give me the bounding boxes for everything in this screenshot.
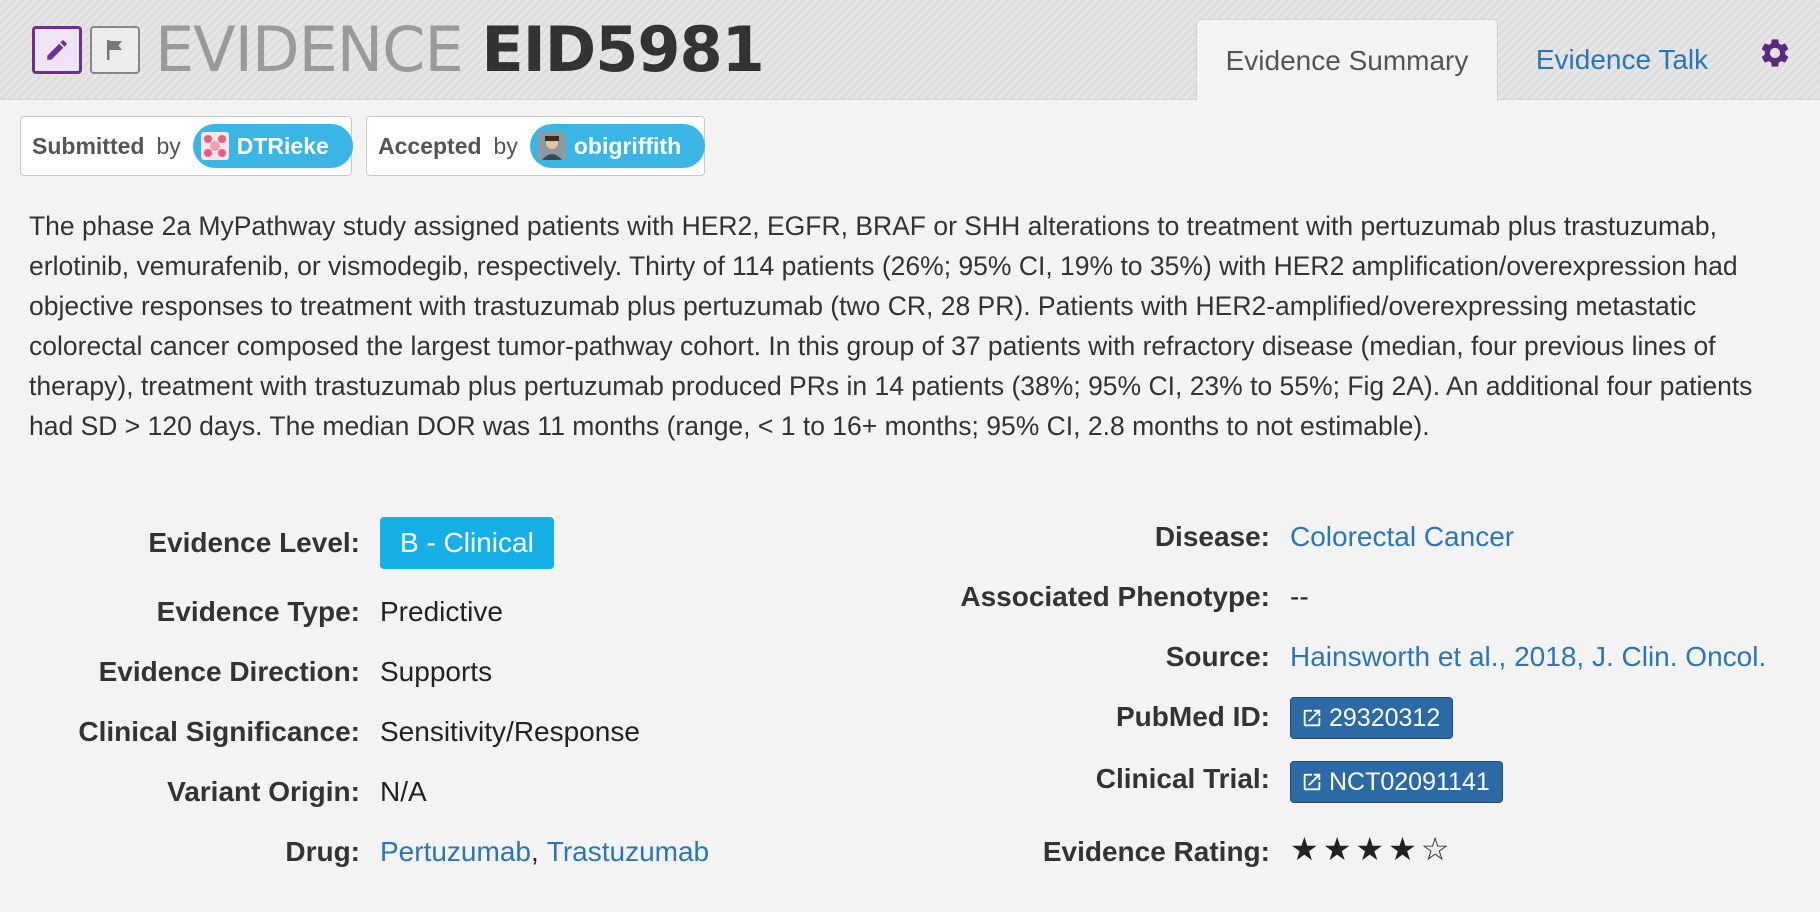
- clinical-significance-label: Clinical Significance:: [78, 716, 360, 747]
- evidence-direction-row: Evidence Direction:: [0, 647, 360, 697]
- variant-origin-row: Variant Origin:: [0, 767, 360, 817]
- variant-origin-value: N/A: [380, 776, 427, 807]
- evidence-type-value: Predictive: [380, 596, 503, 627]
- evidence-direction-label: Evidence Direction:: [98, 656, 360, 687]
- submitted-label: Submitted: [32, 132, 145, 159]
- evidence-direction-value: Supports: [380, 656, 493, 687]
- pubmed-id: 29320312: [1329, 703, 1441, 732]
- page-title: EVIDENCE EID5981: [155, 13, 765, 86]
- page-header: EVIDENCE EID5981 Evidence Summary Eviden…: [0, 0, 1820, 101]
- evidence-level-value-wrap: B - Clinical: [380, 517, 554, 569]
- accepted-label: Accepted: [378, 132, 482, 159]
- submitter-avatar-icon: [200, 132, 229, 160]
- clinical-trial-label: Clinical Trial:: [1095, 763, 1270, 794]
- clinical-trial-row: Clinical Trial:: [900, 754, 1270, 804]
- source-row: Source:: [900, 632, 1270, 682]
- phenotype-value: --: [1290, 581, 1309, 612]
- flag-icon: [107, 40, 122, 60]
- disease-label: Disease:: [1154, 521, 1270, 552]
- flag-button[interactable]: [90, 26, 140, 74]
- submitter-user-link[interactable]: DTRieke: [192, 124, 353, 168]
- drug-separator: ,: [530, 836, 539, 867]
- clinical-trial-link-button[interactable]: NCT02091141: [1290, 761, 1503, 803]
- star-icon-4: ★: [1388, 831, 1417, 867]
- evidence-rating-stars: ★ ★ ★ ★ ☆: [1290, 823, 1453, 875]
- clinical-trial-id: NCT02091141: [1329, 767, 1490, 796]
- clinical-trial-value-wrap: NCT02091141: [1290, 756, 1503, 808]
- drug-row: Drug:: [0, 827, 360, 877]
- pencil-icon: [47, 40, 67, 60]
- evidence-rating-row: Evidence Rating:: [900, 827, 1270, 877]
- avatar: [200, 132, 229, 160]
- accepter-avatar-icon: [537, 132, 566, 160]
- submitted-badge: Submitted by DTRieke: [20, 116, 353, 176]
- drug-link-pertuzumab[interactable]: Pertuzumab: [380, 836, 531, 868]
- evidence-id: EID5981: [481, 13, 764, 86]
- submitted-by-text: by: [156, 132, 181, 159]
- clinical-significance-row: Clinical Significance:: [0, 707, 360, 757]
- clinical-significance-value: Sensitivity/Response: [380, 716, 640, 747]
- drug-link-trastuzumab[interactable]: Trastuzumab: [547, 836, 709, 868]
- accepted-badge: Accepted by obigriffith: [366, 116, 706, 176]
- drug-label: Drug:: [285, 836, 360, 867]
- accepter-name: obigriffith: [573, 132, 682, 159]
- external-link-icon: [1303, 773, 1321, 791]
- accepted-by-text: by: [493, 132, 518, 159]
- star-icon-2: ★: [1322, 831, 1352, 867]
- evidence-level-row: Evidence Level:: [0, 517, 360, 569]
- disease-link[interactable]: Colorectal Cancer: [1290, 512, 1514, 562]
- title-prefix: EVIDENCE: [155, 13, 464, 86]
- tab-evidence-talk[interactable]: Evidence Talk: [1520, 19, 1724, 101]
- pubmed-link-button[interactable]: 29320312: [1290, 697, 1454, 739]
- external-link-icon: [1303, 709, 1321, 727]
- variant-origin-label: Variant Origin:: [167, 776, 360, 807]
- phenotype-label: Associated Phenotype:: [960, 581, 1270, 612]
- evidence-type-row: Evidence Type:: [0, 587, 360, 637]
- edit-button[interactable]: [32, 26, 82, 74]
- evidence-rating-label: Evidence Rating:: [1042, 836, 1270, 867]
- source-label: Source:: [1165, 641, 1270, 672]
- phenotype-row: Associated Phenotype:: [900, 572, 1270, 622]
- pubmed-label: PubMed ID:: [1116, 701, 1270, 732]
- gear-icon[interactable]: [1758, 36, 1792, 70]
- drug-values: Pertuzumab , Trastuzumab: [380, 827, 709, 877]
- disease-row: Disease:: [900, 512, 1270, 562]
- evidence-level-label: Evidence Level:: [148, 527, 360, 558]
- evidence-type-label: Evidence Type:: [156, 596, 360, 627]
- star-icon-5: ☆: [1420, 831, 1450, 867]
- tab-evidence-summary[interactable]: Evidence Summary: [1196, 19, 1498, 101]
- avatar: [537, 132, 566, 160]
- evidence-level-button[interactable]: B - Clinical: [380, 517, 554, 569]
- star-icon-1: ★: [1290, 831, 1319, 867]
- pubmed-row: PubMed ID:: [900, 692, 1270, 742]
- pubmed-value-wrap: 29320312: [1290, 692, 1454, 744]
- evidence-description: The phase 2a MyPathway study assigned pa…: [29, 211, 1753, 441]
- submitter-name: DTRieke: [236, 132, 329, 159]
- star-icon-3: ★: [1355, 831, 1385, 867]
- accepter-user-link[interactable]: obigriffith: [529, 124, 706, 168]
- source-link[interactable]: Hainsworth et al., 2018, J. Clin. Oncol.: [1290, 632, 1766, 682]
